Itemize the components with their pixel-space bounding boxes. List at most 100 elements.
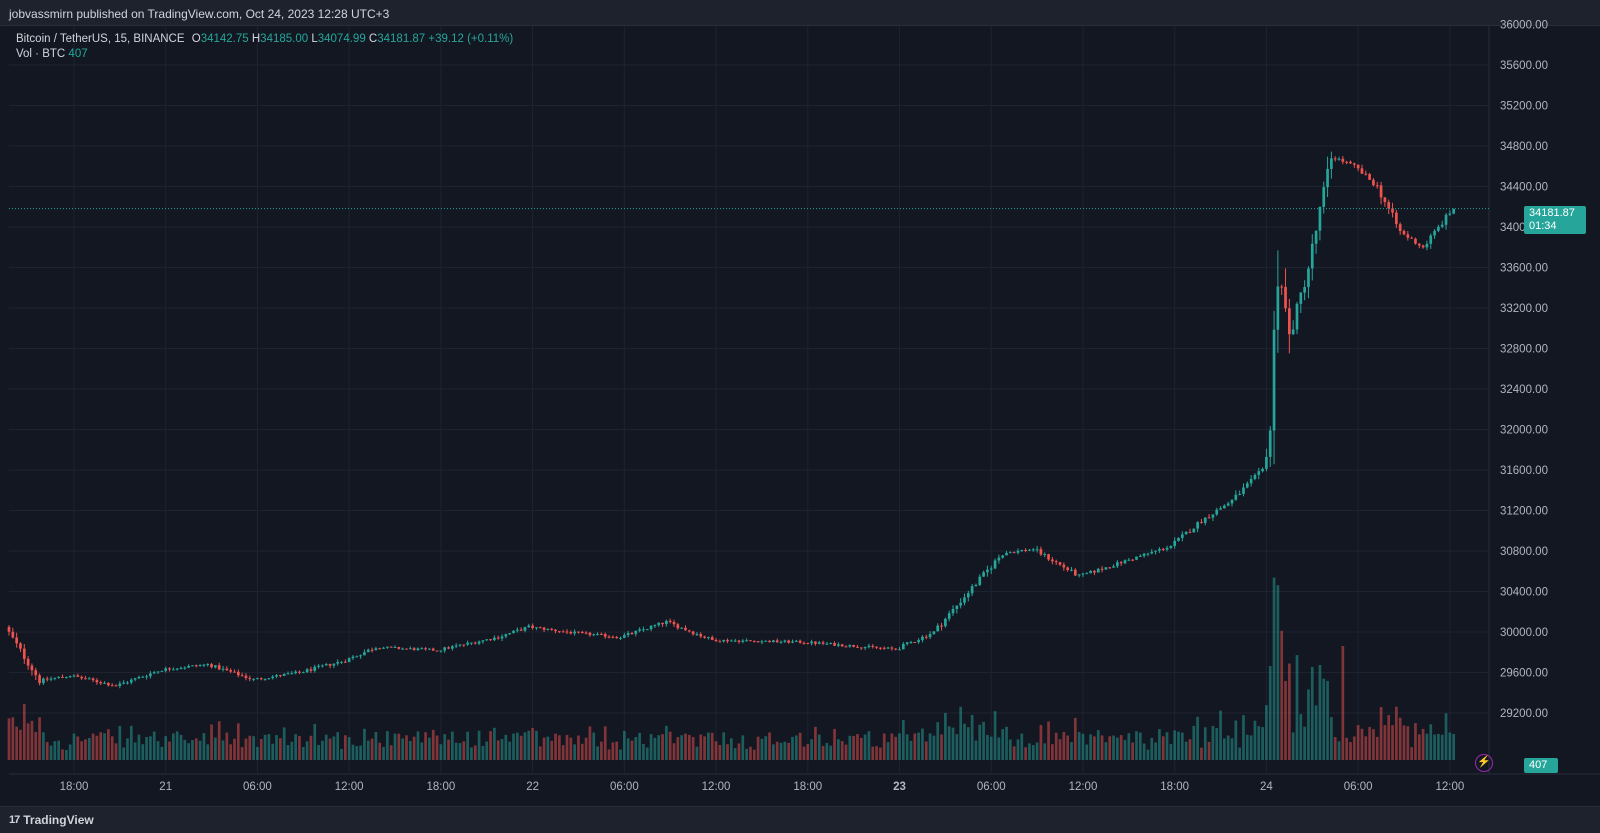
price-tick-label: 30800.00 [1500,546,1548,558]
candle-body [210,664,213,668]
volume-label[interactable]: Vol · BTC [16,48,65,60]
candle-body [15,637,18,644]
candle-body [722,639,726,642]
time-axis[interactable]: 18:00 21 06:00 12:00 18:00 22 06:00 12:00 18:00 2… [60,781,1465,793]
price-axis[interactable]: 29200.00 29600.00 30000.00 30400.00 30800.00… [1500,20,1548,721]
candle-body [397,647,401,649]
volume-bar [1291,732,1295,760]
volume-bar [1058,739,1062,760]
candle-body [110,685,114,687]
candle-body [787,640,791,643]
volume-bar [72,733,76,760]
candle-body [1433,230,1436,236]
candle-body [561,631,565,633]
candle-body [1096,568,1100,573]
volume-bar [485,741,489,760]
candle-body [1161,548,1165,550]
volume-bar [68,744,72,760]
candle-body [546,628,550,630]
volume-bar [248,735,252,760]
footer-bar: 17 TradingView [0,806,1600,833]
candle-body [558,631,561,633]
volume-bar [405,735,408,760]
volume-bar [875,746,878,760]
volume-bar [225,732,229,760]
volume-bar [1093,736,1096,760]
volume-bar [966,727,970,760]
candle-body [1058,562,1062,565]
volume-bar [951,727,955,760]
volume-bar [779,742,783,760]
candle-body [1333,158,1337,160]
candle-body [198,665,202,667]
volume-bar [1192,725,1196,760]
volume-bar [680,735,683,760]
candlestick-chart[interactable]: 29200.00 29600.00 30000.00 30400.00 30800.00… [0,0,1600,806]
volume-bar [668,731,672,760]
volume-bar [198,740,202,760]
volume-bar [114,743,118,760]
candle-body [730,640,733,642]
legend-volume-row: Vol · BTC 407 [16,47,513,62]
volume-bar [279,738,282,760]
volume-bar [959,706,962,760]
volume-bar [955,734,959,760]
volume-bar [1284,680,1287,760]
candle-body [772,640,775,643]
volume-bar [76,736,80,760]
candle-body [1234,494,1238,500]
volume-bar [1307,689,1310,760]
volume-bar [1245,734,1249,760]
volume-bar [619,749,622,760]
volume-bar [1150,737,1154,760]
volume-bar [760,738,764,760]
candle-body [11,631,15,638]
volume-bar [359,745,362,760]
candle-body [1173,540,1177,546]
chart-plot-area[interactable] [9,26,1489,774]
volume-bar [389,745,393,760]
bar-countdown: 01:34 [1529,220,1557,232]
candle-body [745,640,748,642]
candle-body [466,642,469,645]
candle-body [1142,553,1146,556]
candle-body [940,625,943,627]
candle-body [1062,564,1066,568]
candle-body [814,641,817,644]
candle-body [538,627,542,629]
volume-bar [1215,728,1219,760]
volume-bar [1009,739,1012,760]
candle-body [84,678,87,680]
volume-bar [645,747,649,760]
candle-body [898,649,901,651]
candle-body [1001,555,1005,558]
tradingview-logo[interactable]: 17 TradingView [9,813,94,827]
time-tick-label: 21 [159,781,172,793]
lightning-icon[interactable]: ⚡ [1475,754,1493,772]
candle-body [1020,549,1024,551]
candle-body [19,643,22,649]
candle-body [1177,537,1180,541]
volume-bar [852,735,855,760]
candle-body [294,671,297,674]
candle-body [305,669,309,673]
volume-bar [454,742,458,760]
volume-bar [523,732,527,760]
volume-bar [313,723,317,760]
volume-bar [1288,663,1291,760]
volume-bar [577,735,580,760]
volume-bar [103,733,106,760]
volume-bar [580,743,584,760]
candle-body [1116,562,1119,567]
volume-bar [428,737,431,760]
volume-bar [814,726,817,760]
candle-body [240,675,244,677]
price-tick-label: 35200.00 [1500,101,1548,113]
volume-bar [622,730,626,760]
candle-body [859,647,863,649]
symbol-title[interactable]: Bitcoin / TetherUS, 15, BINANCE [16,33,185,45]
candle-body [710,637,714,640]
candle-body [603,634,607,637]
volume-bar [1383,725,1387,760]
volume-bar [810,739,813,760]
